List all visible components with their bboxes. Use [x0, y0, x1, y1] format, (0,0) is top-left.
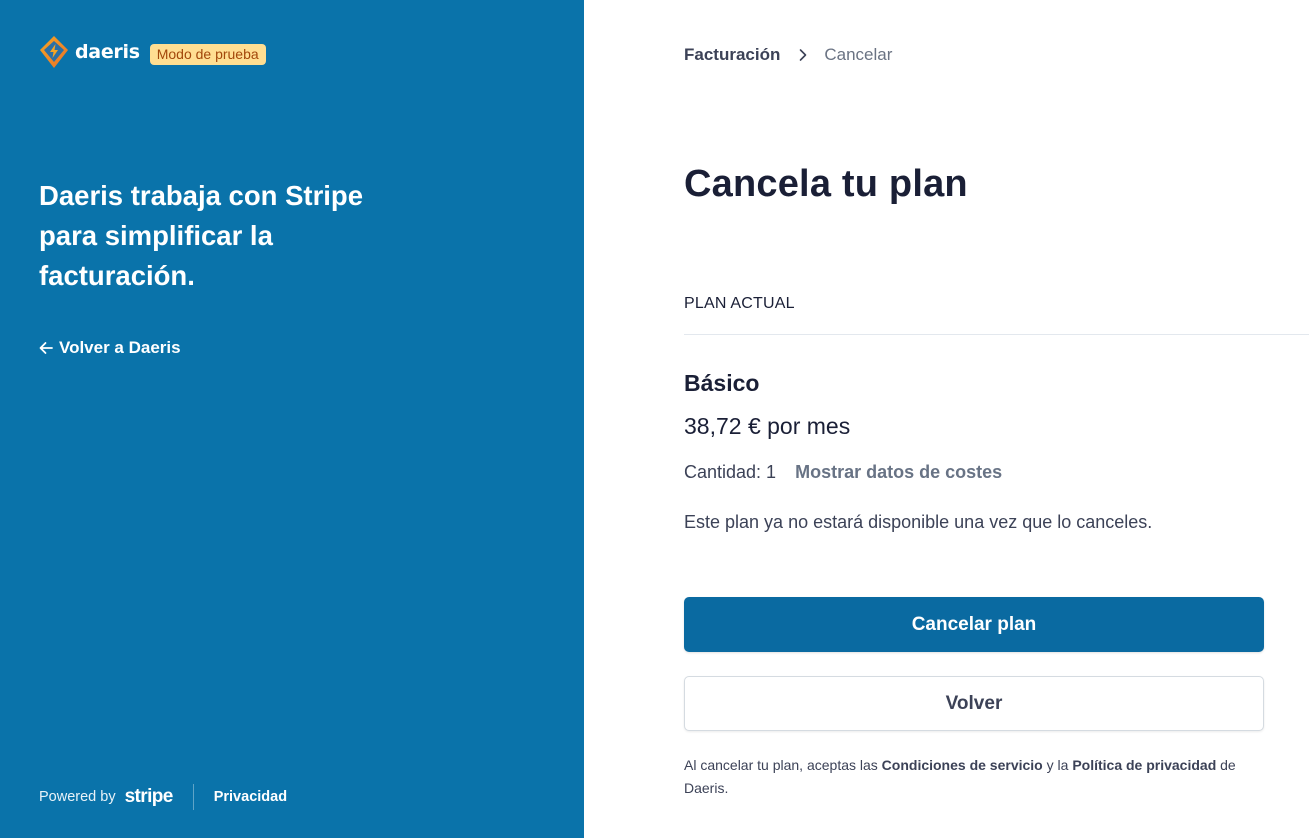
right-panel: Facturación Cancelar Cancela tu plan PLA… [584, 0, 1309, 838]
powered-by-label: Powered by [39, 789, 116, 805]
plan-note: Este plan ya no estará disponible una ve… [684, 512, 1153, 532]
tagline: Daeris trabaja con Stripe para simplific… [39, 180, 364, 291]
legal-prefix: Al cancelar tu plan, aceptas las [684, 757, 878, 773]
left-footer: Powered by stripe Privacidad [39, 784, 287, 810]
cancel-plan-button[interactable]: Cancelar plan [684, 597, 1264, 652]
legal-text: Al cancelar tu plan, aceptas las Condici… [684, 754, 1254, 800]
footer-divider [192, 784, 194, 810]
breadcrumb: Facturación Cancelar [684, 45, 892, 65]
privacy-link[interactable]: Privacidad [214, 789, 287, 805]
back-button[interactable]: Volver [684, 676, 1264, 731]
plan-name: Básico [684, 370, 760, 396]
section-divider [684, 334, 1309, 335]
test-mode-badge: Modo de prueba [149, 43, 266, 65]
show-costs-link[interactable]: Mostrar datos de costes [795, 462, 1002, 483]
chevron-right-icon [800, 49, 807, 61]
legal-and: y la [1046, 757, 1069, 773]
plan-price: 38,72 € por mes [684, 413, 851, 439]
daeris-logo-icon [40, 36, 68, 68]
quantity-row: Cantidad: 1 Mostrar datos de costes [684, 462, 1002, 483]
plan-quantity: Cantidad: 1 [684, 462, 777, 482]
terms-of-service-link[interactable]: Condiciones de servicio [882, 757, 1043, 773]
brand-name: daeris [75, 41, 140, 63]
page-title: Cancela tu plan [684, 163, 968, 205]
privacy-policy-link[interactable]: Política de privacidad [1072, 757, 1216, 773]
back-link-label: Volver a Daeris [59, 338, 181, 357]
current-plan-label: PLAN ACTUAL [684, 295, 795, 312]
stripe-logo[interactable]: stripe [125, 786, 174, 808]
brand: daeris Modo de prueba [38, 35, 266, 69]
arrow-left-icon [39, 342, 53, 354]
breadcrumb-billing[interactable]: Facturación [684, 45, 780, 65]
left-panel: daeris Modo de prueba Daeris trabaja con… [0, 0, 584, 838]
back-to-daeris-link[interactable]: Volver a Daeris [38, 338, 181, 358]
breadcrumb-cancel: Cancelar [824, 45, 893, 64]
